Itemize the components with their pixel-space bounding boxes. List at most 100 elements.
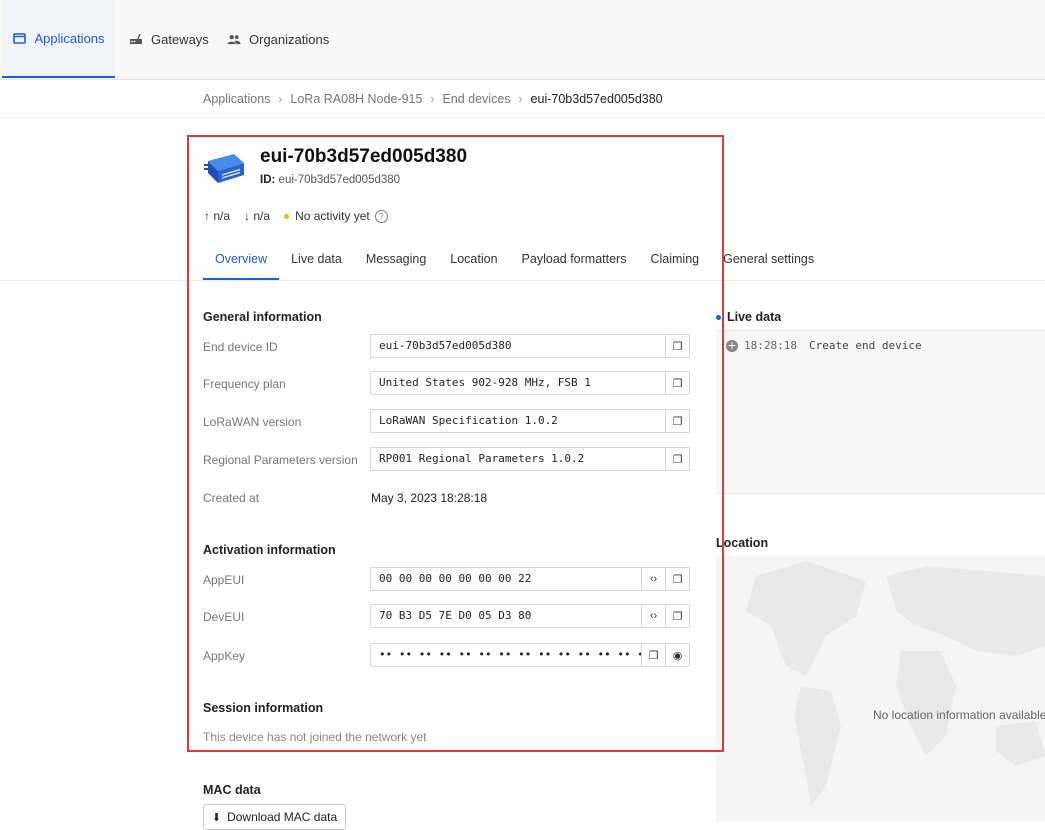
world-map-graphic (746, 561, 1045, 806)
tab-live-data[interactable]: Live data (279, 243, 354, 278)
event-time: 18:28:18 (744, 339, 797, 352)
end-device-id-field: eui-70b3d57ed005d380 ❐ (370, 334, 690, 358)
copy-icon: ❐ (672, 610, 683, 623)
copy-button[interactable]: ❐ (665, 448, 689, 470)
activity-dot-icon (284, 213, 290, 219)
live-event-row[interactable]: + 18:28:18 Create end device (726, 339, 922, 352)
appkey-label: AppKey (203, 649, 246, 663)
application-icon (12, 31, 26, 45)
session-info-title: Session information (203, 701, 324, 715)
copy-button[interactable]: ❐ (665, 372, 689, 394)
help-icon[interactable]: ? (374, 209, 388, 223)
breadcrumb: Applications › LoRa RA08H Node-915 › End… (203, 80, 663, 117)
end-device-icon (204, 151, 246, 185)
code-icon: ‹› (649, 573, 658, 585)
tab-location[interactable]: Location (438, 243, 509, 278)
copy-icon: ❐ (672, 377, 683, 390)
mac-data-title: MAC data (203, 783, 261, 797)
device-id-line: ID: eui-70b3d57ed005d380 (260, 174, 400, 186)
nav-organizations[interactable]: Organizations (227, 0, 329, 78)
lorawan-version-value: LoRaWAN Specification 1.0.2 (379, 414, 558, 427)
downlink-stat: ↓ n/a (244, 209, 270, 223)
arrow-up-icon: ↑ (204, 209, 210, 223)
live-indicator-icon (716, 314, 721, 320)
lorawan-version-label: LoRaWAN version (203, 415, 302, 429)
chevron-right-icon: › (278, 91, 283, 106)
device-tabs: Overview Live data Messaging Location Pa… (203, 243, 826, 280)
appeui-field: 00 00 00 00 00 00 00 22 ‹› ❐ (370, 567, 690, 591)
tab-overview[interactable]: Overview (203, 243, 280, 280)
copy-button[interactable]: ❐ (665, 410, 689, 432)
live-data-title: Live data (727, 310, 782, 324)
no-location-message: No location information available (873, 708, 1045, 722)
frequency-plan-value: United States 902-928 MHz, FSB 1 (379, 376, 591, 389)
lorawan-version-field: LoRaWAN Specification 1.0.2 ❐ (370, 409, 690, 433)
nav-applications-label: Applications (34, 30, 105, 46)
activity-status: No activity yet ? (284, 209, 388, 223)
download-mac-data-button[interactable]: ⬇ Download MAC data (203, 804, 346, 830)
arrow-down-icon: ↓ (244, 209, 251, 223)
copy-icon: ❐ (672, 340, 683, 353)
organization-icon (227, 32, 241, 46)
byte-order-button[interactable]: ‹› (641, 605, 665, 627)
breadcrumb-end-devices[interactable]: End devices (442, 92, 510, 106)
general-info-title: General information (203, 310, 322, 324)
appeui-label: AppEUI (203, 573, 245, 587)
tab-messaging[interactable]: Messaging (354, 243, 438, 278)
location-map[interactable]: No location information available (716, 556, 1045, 822)
tab-divider (0, 280, 1045, 281)
frequency-plan-label: Frequency plan (203, 377, 286, 391)
copy-button[interactable]: ❐ (641, 644, 665, 666)
device-id-label: ID: (260, 174, 276, 186)
device-id-value: eui-70b3d57ed005d380 (278, 174, 401, 186)
deveui-field: 70 B3 D5 7E D0 05 D3 80 ‹› ❐ (370, 604, 690, 628)
tab-payload-formatters[interactable]: Payload formatters (510, 243, 639, 278)
copy-icon: ❐ (672, 573, 683, 586)
live-data-panel[interactable]: + 18:28:18 Create end device (716, 330, 1045, 494)
nav-gateways-label: Gateways (151, 31, 209, 47)
nav-organizations-label: Organizations (249, 31, 330, 47)
downlink-value: n/a (253, 209, 271, 223)
device-stats: ↑ n/a ↓ n/a No activity yet ? (204, 209, 388, 223)
breadcrumb-application[interactable]: LoRa RA08H Node-915 (290, 92, 422, 106)
breadcrumb-applications[interactable]: Applications (203, 92, 270, 106)
appkey-field: •• •• •• •• •• •• •• •• •• •• •• •• •• •… (370, 643, 690, 667)
location-title: Location (716, 536, 769, 550)
nav-gateways[interactable]: Gateways (129, 0, 209, 78)
gateway-icon (129, 32, 143, 46)
tab-claiming[interactable]: Claiming (638, 243, 711, 278)
end-device-id-label: End device ID (203, 340, 278, 354)
regional-parameters-value: RP001 Regional Parameters 1.0.2 (379, 452, 585, 465)
chevron-right-icon: › (518, 91, 523, 106)
session-info-text: This device has not joined the network y… (203, 730, 427, 744)
code-icon: ‹› (649, 610, 658, 622)
copy-icon: ❐ (672, 453, 683, 466)
deveui-label: DevEUI (203, 610, 245, 624)
regional-parameters-field: RP001 Regional Parameters 1.0.2 ❐ (370, 447, 690, 471)
live-data-header: Live data (716, 310, 781, 324)
copy-button[interactable]: ❐ (665, 335, 689, 357)
frequency-plan-field: United States 902-928 MHz, FSB 1 ❐ (370, 371, 690, 395)
show-key-button[interactable]: ◉ (665, 644, 689, 666)
appkey-value: •• •• •• •• •• •• •• •• •• •• •• •• •• •… (379, 648, 641, 661)
nav-applications[interactable]: Applications (2, 0, 115, 78)
breadcrumb-bar: Applications › LoRa RA08H Node-915 › End… (0, 80, 1045, 118)
copy-icon: ❐ (648, 649, 659, 662)
uplink-value: n/a (213, 209, 231, 223)
deveui-value: 70 B3 D5 7E D0 05 D3 80 (379, 609, 532, 622)
breadcrumb-current: eui-70b3d57ed005d380 (530, 91, 663, 106)
created-at-label: Created at (203, 491, 260, 505)
eye-icon: ◉ (672, 649, 683, 662)
byte-order-button[interactable]: ‹› (641, 568, 665, 590)
page-title: eui-70b3d57ed005d380 (260, 146, 468, 167)
created-at-value: May 3, 2023 18:28:18 (371, 491, 488, 505)
activity-text: No activity yet (295, 209, 370, 223)
regional-parameters-label: Regional Parameters version (203, 453, 358, 467)
copy-button[interactable]: ❐ (665, 605, 689, 627)
copy-button[interactable]: ❐ (665, 568, 689, 590)
plus-circle-icon: + (726, 338, 738, 352)
end-device-id-value: eui-70b3d57ed005d380 (379, 339, 512, 352)
copy-icon: ❐ (672, 415, 683, 428)
tab-general-settings[interactable]: General settings (711, 243, 826, 278)
activation-info-title: Activation information (203, 543, 336, 557)
